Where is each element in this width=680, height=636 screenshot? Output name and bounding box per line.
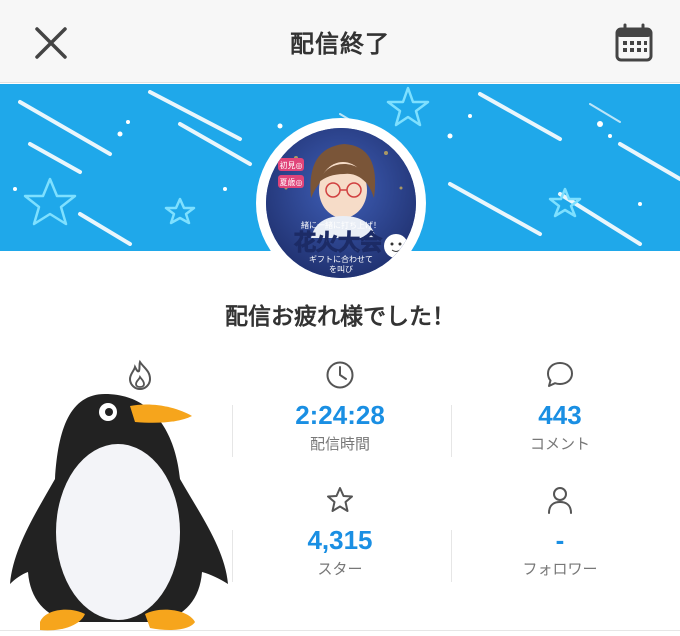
- avatar-big-text: 花火大会: [294, 230, 382, 256]
- penguin-sticker: [10, 394, 228, 631]
- page-title: 配信終了: [290, 30, 390, 58]
- header-bar: 配信終了: [0, 0, 680, 83]
- stars-label: スター: [317, 560, 363, 578]
- avatar-tag-2: 夏歳◎: [280, 177, 303, 187]
- avatar[interactable]: 初見◎ 夏歳◎ 緒に一緒に打ち上げ！ 花火大会 ギフトに合わせて を叫び: [256, 118, 426, 288]
- calendar-button[interactable]: [610, 20, 658, 66]
- avatar-tag-1: 初見◎: [280, 160, 303, 170]
- stat-comments: 443 コメント: [450, 358, 670, 454]
- calendar-icon: [615, 23, 653, 62]
- stars-value: 4,315: [307, 525, 373, 555]
- duration-label: 配信時間: [309, 435, 370, 453]
- person-icon: [548, 487, 572, 514]
- divider: [451, 530, 452, 582]
- followers-label: フォロワー: [522, 560, 598, 578]
- divider: [451, 405, 452, 457]
- stat-stars: 4,315 スター: [230, 483, 450, 579]
- duration-value: 2:24:28: [295, 400, 385, 430]
- comments-label: コメント: [529, 435, 590, 453]
- followers-value: -: [555, 525, 565, 555]
- mascot-icon: [384, 234, 408, 258]
- stat-duration: 2:24:28 配信時間: [230, 358, 450, 454]
- comment-icon: [547, 362, 573, 387]
- avatar-image: 初見◎ 夏歳◎ 緒に一緒に打ち上げ！ 花火大会 ギフトに合わせて を叫び: [266, 128, 416, 278]
- avatar-line-2: ギフトに合わせて: [309, 254, 373, 264]
- avatar-line-1: 緒に一緒に打ち上げ！: [301, 220, 381, 230]
- star-icon: [327, 487, 353, 512]
- comments-value: 443: [538, 400, 582, 430]
- clock-icon: [326, 361, 354, 389]
- completion-message: 配信お疲れ様でした！: [225, 304, 455, 330]
- stat-followers: - フォロワー: [450, 483, 670, 579]
- avatar-line-3: を叫び: [329, 264, 353, 274]
